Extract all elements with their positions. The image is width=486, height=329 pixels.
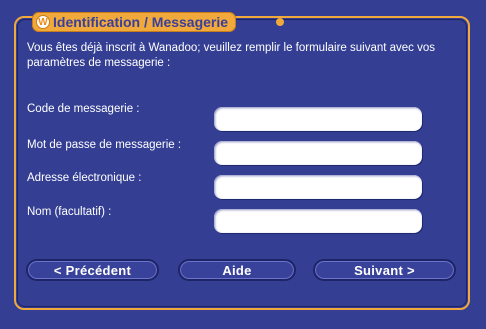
next-button[interactable]: Suivant > <box>313 259 456 281</box>
intro-text: Vous êtes déjà inscrit à Wanadoo; veuill… <box>27 42 436 69</box>
wanadoo-logo-icon: W <box>36 15 50 29</box>
mail-password-input[interactable] <box>214 141 422 165</box>
title-tab: W Identification / Messagerie <box>32 12 237 32</box>
title-bar-dot <box>276 18 284 26</box>
previous-button[interactable]: < Précédent <box>26 259 159 281</box>
help-button[interactable]: Aide <box>178 259 296 281</box>
mail-password-label: Mot de passe de messagerie : <box>27 139 182 151</box>
mail-code-label: Code de messagerie : <box>27 103 140 115</box>
mail-code-input[interactable] <box>214 107 422 131</box>
dialog-title: Identification / Messagerie <box>53 14 229 30</box>
email-address-label: Adresse électronique : <box>27 172 142 184</box>
name-optional-label: Nom (facultatif) : <box>27 206 112 218</box>
name-optional-input[interactable] <box>214 209 422 233</box>
email-address-input[interactable] <box>214 175 422 199</box>
